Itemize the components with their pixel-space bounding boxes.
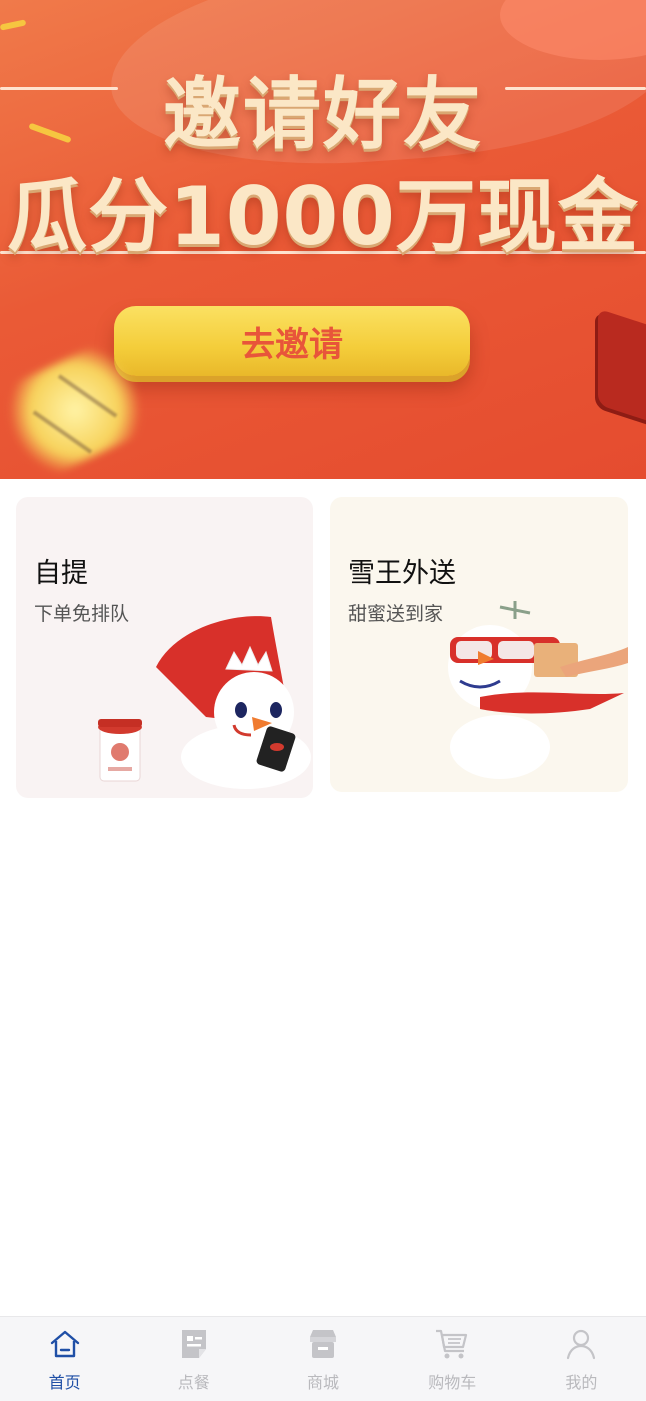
home-icon <box>50 1330 79 1358</box>
tab-home-label: 首页 <box>48 1373 81 1392</box>
tab-store-label: 商城 <box>307 1373 340 1392</box>
tab-cart[interactable]: 购物车 <box>388 1317 517 1401</box>
cart-icon <box>436 1329 468 1359</box>
menu-order-icon <box>181 1330 206 1358</box>
profile-icon <box>567 1329 596 1360</box>
tab-order-label: 点餐 <box>177 1373 210 1392</box>
invite-promo-banner[interactable]: 邀请好友 瓜分1000万现金 去邀请 <box>0 0 646 479</box>
banner-decoration <box>0 19 27 31</box>
banner-headline: 邀请好友 <box>162 70 483 160</box>
bottom-tab-bar: 首页 点餐 商城 购物车 我的 <box>0 1316 646 1401</box>
snowman-delivery-illustration <box>448 601 628 779</box>
tab-profile-label: 我的 <box>565 1373 598 1392</box>
tab-order[interactable]: 点餐 <box>129 1317 258 1401</box>
tab-store[interactable]: 商城 <box>258 1317 387 1401</box>
snowman-pickup-illustration <box>98 616 311 789</box>
delivery-title: 雪王外送 <box>348 558 456 589</box>
tab-home[interactable]: 首页 <box>0 1317 129 1401</box>
pickup-title: 自提 <box>34 558 88 589</box>
invite-button[interactable]: 去邀请 <box>114 306 470 376</box>
tab-profile[interactable]: 我的 <box>517 1317 646 1401</box>
gift-box-illustration <box>598 308 646 428</box>
pickup-service-card[interactable]: 自提 下单免排队 <box>16 497 313 798</box>
tab-cart-label: 购物车 <box>428 1373 477 1392</box>
delivery-service-card[interactable]: 雪王外送 甜蜜送到家 <box>330 497 628 792</box>
banner-subheadline: 瓜分1000万现金 <box>7 170 639 263</box>
store-icon <box>310 1330 336 1358</box>
